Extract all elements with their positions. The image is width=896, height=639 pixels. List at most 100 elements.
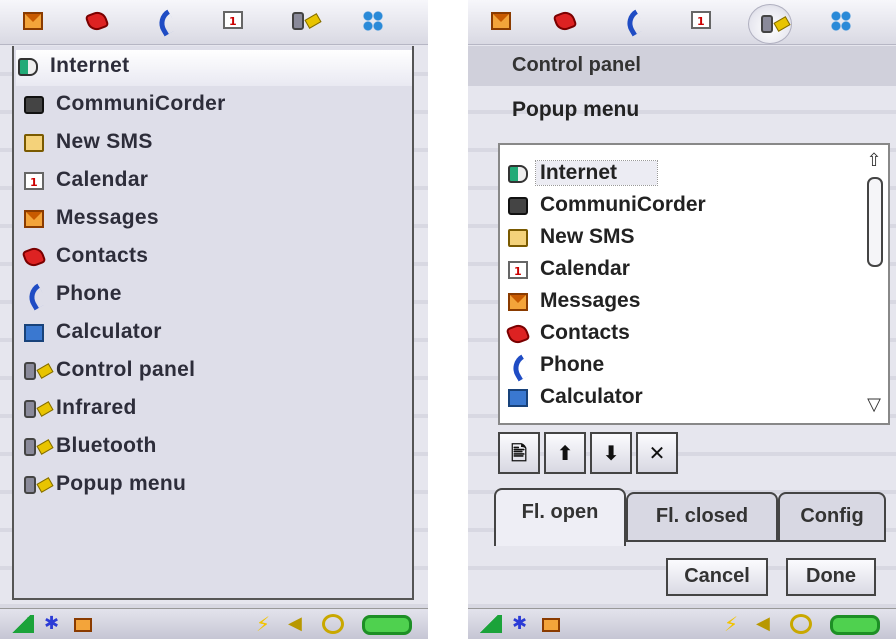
list-item-label: Contacts (540, 321, 630, 344)
envelope-icon[interactable] (74, 618, 92, 632)
menu-item-phone[interactable]: Phone (22, 278, 406, 314)
menu-item-internet[interactable]: Internet (16, 50, 412, 86)
alarm-icon[interactable] (790, 614, 812, 634)
menu-item-label: CommuniCorder (56, 92, 226, 115)
scroll-down-arrow-icon[interactable]: ▽ (864, 395, 884, 415)
tab-label: Config (800, 505, 864, 527)
menu-item-label: Infrared (56, 396, 137, 419)
signal-strength-icon (476, 615, 502, 633)
battery-icon (830, 615, 880, 635)
signal-strength-icon (8, 615, 34, 633)
apps-grid-icon[interactable] (828, 8, 854, 34)
cancel-button-label: Cancel (684, 565, 750, 587)
arrow-up-icon: ⬆ (556, 441, 574, 465)
envelope-icon[interactable] (542, 618, 560, 632)
menu-item-bluetooth[interactable]: Bluetooth (22, 430, 406, 466)
list-scrollbar[interactable]: ⇧ ▽ (864, 151, 884, 415)
done-button[interactable]: Done (786, 558, 876, 596)
section-heading: Popup menu (512, 98, 640, 121)
contacts-book-icon (505, 322, 531, 346)
menu-item-label: Calendar (56, 168, 149, 191)
list-item-contacts[interactable]: Contacts (505, 319, 854, 350)
menu-item-popup-menu[interactable]: Popup menu (22, 468, 406, 504)
calendar-icon[interactable] (688, 8, 714, 34)
list-item-label: CommuniCorder (540, 193, 706, 216)
menu-item-contacts[interactable]: Contacts (21, 240, 406, 276)
menu-item-control-panel[interactable]: Control panel (22, 354, 406, 390)
list-item-label: Phone (540, 353, 605, 376)
alarm-icon[interactable] (322, 614, 344, 634)
menu-item-label: New SMS (56, 130, 153, 153)
speaker-icon[interactable]: ◀ (756, 613, 776, 634)
envelope-icon (508, 293, 528, 311)
envelope-icon[interactable] (488, 8, 514, 34)
menu-item-calculator[interactable]: Calculator (22, 316, 406, 352)
list-item-label: Messages (540, 289, 641, 312)
contacts-book-icon[interactable] (552, 8, 578, 34)
delete-item-button[interactable]: ✕ (636, 432, 678, 474)
menu-item-label: Internet (50, 54, 130, 77)
phone-handset-icon[interactable] (620, 8, 647, 37)
control-panel-icon[interactable] (748, 4, 792, 44)
apps-grid-icon[interactable] (360, 8, 386, 34)
add-item-button[interactable]: 🖹 (498, 432, 540, 474)
main-menu-dropdown: Internet CommuniCorder New SMS Calendar … (12, 46, 414, 600)
arrow-down-icon: ⬇ (602, 441, 620, 465)
tab-label: Fl. closed (655, 505, 749, 527)
camera-icon (508, 197, 528, 215)
envelope-icon[interactable] (20, 8, 46, 34)
calculator-icon (508, 389, 528, 407)
menu-item-infrared[interactable]: Infrared (22, 392, 406, 428)
speaker-icon[interactable]: ◀ (288, 613, 308, 634)
calendar-icon (508, 261, 528, 279)
tab-label: Fl. open (521, 501, 599, 523)
cancel-button[interactable]: Cancel (666, 558, 768, 596)
list-item-messages[interactable]: Messages (506, 287, 854, 318)
control-panel-icon[interactable] (290, 8, 316, 34)
bluetooth-icon: ✱ (512, 613, 528, 634)
tab-flip-open[interactable]: Fl. open (494, 488, 626, 546)
menu-item-messages[interactable]: Messages (22, 202, 406, 238)
menu-item-label: Messages (56, 206, 159, 229)
phone-handset-icon[interactable] (152, 8, 179, 37)
camera-icon (24, 96, 44, 114)
charging-bolt-icon: ⚡ (256, 612, 271, 636)
move-down-button[interactable]: ⬇ (590, 432, 632, 474)
menu-item-new-sms[interactable]: New SMS (22, 126, 406, 162)
close-x-icon: ✕ (648, 441, 666, 465)
list-item-label: Calculator (540, 385, 643, 408)
list-item-calculator[interactable]: Calculator (506, 383, 854, 414)
list-item-new-sms[interactable]: New SMS (506, 223, 854, 254)
contacts-book-icon[interactable] (84, 8, 110, 34)
list-item-internet[interactable]: Internet (506, 159, 854, 190)
list-item-calendar[interactable]: Calendar (506, 255, 854, 286)
charging-bolt-icon: ⚡ (724, 612, 739, 636)
tab-flip-closed[interactable]: Fl. closed (626, 492, 778, 542)
tab-config[interactable]: Config (778, 492, 886, 542)
new-sms-icon (24, 134, 44, 152)
page-title-bar: Control panel (468, 46, 896, 86)
control-panel-icon (24, 400, 36, 418)
menu-item-communicorder[interactable]: CommuniCorder (22, 88, 406, 124)
bluetooth-icon: ✱ (44, 613, 60, 634)
list-item-communicorder[interactable]: CommuniCorder (506, 191, 854, 222)
status-bar: ✱ ⚡ ◀ (0, 608, 428, 639)
new-sms-icon (508, 229, 528, 247)
popup-menu-items-list[interactable]: Internet CommuniCorder New SMS Calendar … (498, 143, 890, 425)
menu-item-label: Calculator (56, 320, 162, 343)
list-item-phone[interactable]: Phone (506, 351, 854, 382)
menu-item-label: Control panel (56, 358, 196, 381)
section-heading-bar: Popup menu (468, 88, 896, 134)
menu-item-calendar[interactable]: Calendar (22, 164, 406, 200)
status-bar: ✱ ⚡ ◀ (468, 608, 896, 639)
scrollbar-thumb[interactable] (867, 177, 883, 267)
app-shortcut-bar (468, 0, 896, 45)
scroll-up-arrow-icon[interactable]: ⇧ (864, 151, 884, 171)
list-item-label: New SMS (540, 225, 635, 248)
battery-icon (362, 615, 412, 635)
move-up-button[interactable]: ⬆ (544, 432, 586, 474)
menu-item-label: Contacts (56, 244, 149, 267)
phone-handset-icon (507, 354, 533, 382)
control-panel-icon (24, 438, 36, 456)
calendar-icon[interactable] (220, 8, 246, 34)
